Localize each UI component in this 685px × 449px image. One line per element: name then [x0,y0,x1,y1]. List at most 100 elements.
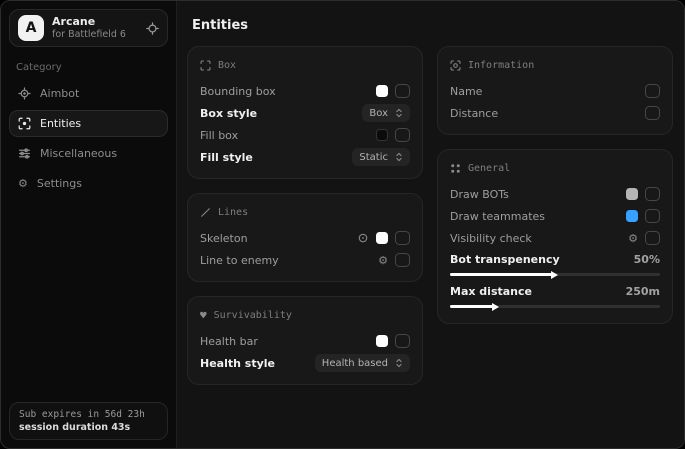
lines-card-header: Lines [200,207,410,218]
survivability-card-header: ♥ Survivability [200,310,410,321]
chevrons-up-down-icon [395,152,403,162]
lines-card-title: Lines [218,207,248,218]
information-card: Information Name Distance [437,46,673,135]
visibility-check-checkbox[interactable] [645,231,660,245]
max-distance-value: 250m [626,285,660,298]
health-bar-label: Health bar [200,335,258,348]
left-column: Box Bounding box Box style Box [187,46,423,385]
page-title: Entities [192,18,674,33]
fill-style-value: Static [359,152,388,163]
line-to-enemy-row: Line to enemy ⚙ [200,249,410,271]
survivability-card-title: Survivability [214,310,292,321]
general-card-title: General [468,163,510,174]
gear-icon[interactable]: ⚙ [378,255,388,266]
skeleton-checkbox[interactable] [395,231,410,245]
brand-card: A Arcane for Battlefield 6 [9,9,168,47]
draw-bots-checkbox[interactable] [645,187,660,201]
category-label: Category [16,62,168,73]
distance-row: Distance [450,102,660,124]
sidebar-item-miscellaneous[interactable]: Miscellaneous [9,140,168,167]
fill-box-checkbox[interactable] [395,128,410,142]
draw-bots-label: Draw BOTs [450,188,509,201]
focus-ring-icon[interactable] [357,232,369,244]
bounding-box-checkbox[interactable] [395,84,410,98]
gear-icon[interactable]: ⚙ [628,233,638,244]
box-style-dropdown[interactable]: Box [362,104,410,122]
bounding-box-color-swatch[interactable] [376,85,388,97]
chevrons-up-down-icon [395,358,403,368]
bot-transparency-slider[interactable] [450,273,660,276]
bot-transparency-value: 50% [634,253,660,266]
slider-handle[interactable] [551,271,558,279]
fill-box-label: Fill box [200,129,238,142]
main-panel: Entities Box Bounding box [177,1,684,448]
fill-style-label: Fill style [200,151,253,164]
draw-teammates-label: Draw teammates [450,210,545,223]
brand-text: Arcane for Battlefield 6 [52,15,126,41]
app-window: A Arcane for Battlefield 6 Category Aimb… [0,0,685,449]
draw-teammates-checkbox[interactable] [645,209,660,223]
bounding-box-label: Bounding box [200,85,276,98]
box-style-label: Box style [200,107,257,120]
fill-box-row: Fill box [200,124,410,146]
survivability-card: ♥ Survivability Health bar Health style [187,296,423,385]
general-card: General Draw BOTs Draw teammates [437,149,673,324]
skeleton-label: Skeleton [200,232,248,245]
fill-style-row: Fill style Static [200,146,410,168]
sidebar-item-settings[interactable]: ⚙ Settings [9,170,168,197]
skeleton-color-swatch[interactable] [376,232,388,244]
right-column: Information Name Distance [437,46,673,385]
draw-teammates-row: Draw teammates [450,205,660,227]
sub-expiry-text: Sub expires in 56d 23h [19,409,158,420]
bot-transparency-label: Bot transpenency [450,253,560,266]
brand-title: Arcane [52,15,126,29]
sidebar-item-aimbot[interactable]: Aimbot [9,80,168,107]
health-style-row: Health style Health based [200,352,410,374]
max-distance-label: Max distance [450,285,532,298]
health-bar-color-swatch[interactable] [376,335,388,347]
sidebar-item-label: Entities [40,117,81,130]
health-style-dropdown[interactable]: Health based [315,354,410,372]
name-label: Name [450,85,482,98]
box-card-title: Box [218,60,236,71]
max-distance-slider[interactable] [450,305,660,308]
sidebar-item-label: Miscellaneous [40,147,117,160]
scan-eye-icon [18,117,31,130]
health-bar-row: Health bar [200,330,410,352]
bot-transparency-group: Bot transpenency 50% [450,249,660,281]
heart-icon: ♥ [200,310,207,321]
name-row: Name [450,80,660,102]
fill-box-color-swatch[interactable] [376,129,388,141]
grid-icon [450,163,461,174]
box-style-row: Box style Box [200,102,410,124]
sidebar-item-label: Aimbot [40,87,79,100]
session-duration-text: session duration 43s [19,422,158,433]
draw-teammates-color-swatch[interactable] [626,210,638,222]
sidebar-item-entities[interactable]: Entities [9,110,168,137]
brand-subtitle: for Battlefield 6 [52,29,126,41]
card-columns: Box Bounding box Box style Box [187,46,674,385]
fill-style-dropdown[interactable]: Static [352,148,410,166]
line-to-enemy-checkbox[interactable] [395,253,410,267]
max-distance-group: Max distance 250m [450,281,660,313]
information-card-title: Information [468,60,534,71]
box-card: Box Bounding box Box style Box [187,46,423,179]
sidebar-item-label: Settings [37,177,82,190]
distance-label: Distance [450,107,498,120]
scan-circle-icon [450,60,461,71]
name-checkbox[interactable] [645,84,660,98]
health-bar-checkbox[interactable] [395,334,410,348]
sliders-icon [18,147,31,160]
crosshair-icon[interactable] [146,22,159,35]
distance-checkbox[interactable] [645,106,660,120]
line-to-enemy-label: Line to enemy [200,254,279,267]
draw-bots-color-swatch[interactable] [626,188,638,200]
visibility-check-label: Visibility check [450,232,532,245]
skeleton-row: Skeleton [200,227,410,249]
slider-handle[interactable] [492,303,499,311]
general-card-header: General [450,163,660,174]
health-style-label: Health style [200,357,275,370]
health-style-value: Health based [322,358,388,369]
brand-logo: A [18,15,44,41]
crosshair-icon [18,87,31,100]
